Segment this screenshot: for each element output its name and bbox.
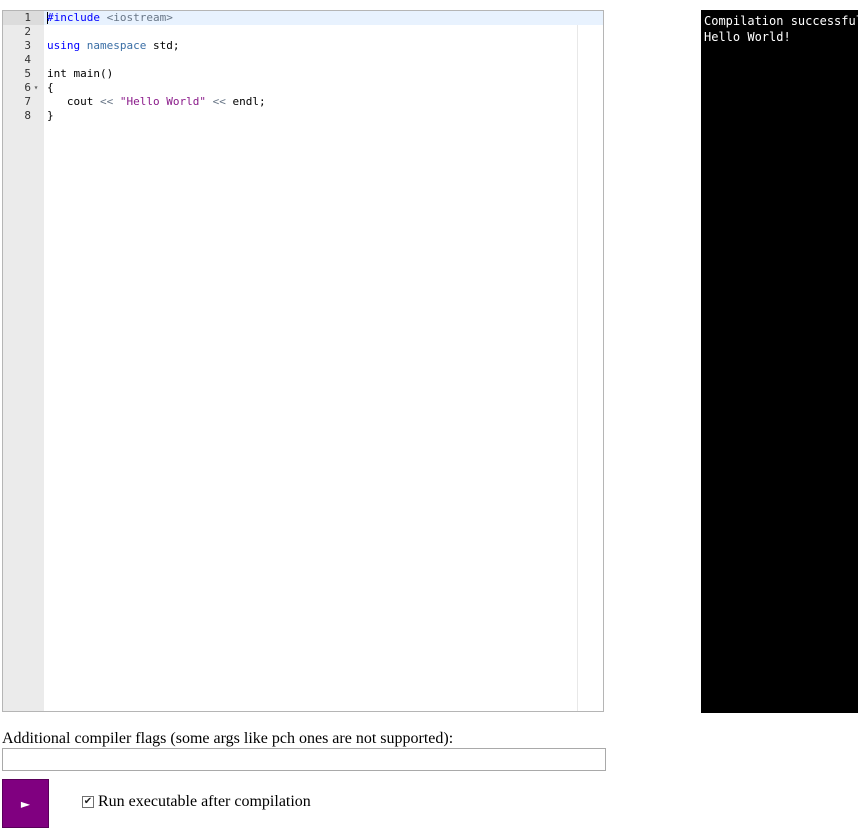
code-token: <iostream>	[106, 11, 173, 24]
code-editor[interactable]: 1 #include <iostream> 2 3 using namespace st…	[2, 10, 604, 712]
code-text: }	[47, 109, 54, 123]
run-after-compile-checkbox[interactable]: ✔	[82, 796, 94, 808]
line-number: 8	[3, 109, 44, 123]
code-line[interactable]: 2	[3, 25, 603, 39]
line-number-text: 3	[24, 39, 31, 52]
code-line[interactable]: 4	[3, 53, 603, 67]
output-console: Compilation successful Hello World!	[701, 10, 858, 713]
line-number: 7	[3, 95, 44, 109]
code-token: using	[47, 39, 81, 52]
code-token: "Hello World"	[119, 95, 206, 108]
code-token: {	[47, 81, 54, 94]
run-button[interactable]: ►	[2, 779, 49, 828]
line-number: 6 ▾	[3, 81, 44, 95]
code-token: #include	[47, 11, 100, 24]
code-text: using namespace std;	[47, 39, 179, 53]
checkmark-icon: ✔	[83, 796, 93, 807]
line-number-text: 4	[24, 53, 31, 66]
line-number-text: 1	[24, 11, 31, 24]
line-number: 2	[3, 25, 44, 39]
line-number: 1	[3, 11, 44, 25]
code-token: int main()	[47, 67, 114, 80]
code-line[interactable]: 5 int main()	[3, 67, 603, 81]
run-after-compile-label: Run executable after compilation	[98, 793, 311, 810]
code-token: <<	[99, 95, 114, 108]
code-lines[interactable]: 1 #include <iostream> 2 3 using namespace st…	[3, 11, 603, 123]
code-text: #include <iostream>	[47, 11, 173, 25]
line-number-text: 8	[24, 109, 31, 122]
line-number: 3	[3, 39, 44, 53]
code-token: <<	[212, 95, 226, 108]
line-number-text: 5	[24, 67, 31, 80]
line-number: 5	[3, 67, 44, 81]
run-after-compile-option[interactable]: ✔ Run executable after compilation	[80, 793, 311, 811]
code-line[interactable]: 3 using namespace std;	[3, 39, 603, 53]
code-line[interactable]: 8}	[3, 109, 603, 123]
code-line[interactable]: 7 cout << "Hello World" << endl;	[3, 95, 603, 109]
code-token: std;	[146, 39, 180, 52]
compiler-flags-label: Additional compiler flags (some args lik…	[2, 730, 454, 747]
line-number-text: 7	[24, 95, 31, 108]
line-number: 4	[3, 53, 44, 67]
play-icon: ►	[20, 796, 31, 811]
line-number-text: 2	[24, 25, 31, 38]
compiler-flags-input[interactable]	[2, 748, 606, 771]
code-token: endl;	[225, 95, 266, 108]
code-line[interactable]: 1 #include <iostream>	[3, 11, 603, 25]
code-token: }	[47, 109, 54, 122]
code-token: namespace	[86, 39, 147, 52]
code-token: cout	[47, 95, 100, 108]
code-text: {	[47, 81, 54, 95]
line-number-text: 6	[24, 81, 31, 94]
code-text: cout << "Hello World" << endl;	[47, 95, 266, 109]
code-text: int main()	[47, 67, 113, 81]
code-line[interactable]: 6 ▾{	[3, 81, 603, 95]
fold-toggle-icon[interactable]: ▾	[31, 81, 41, 95]
